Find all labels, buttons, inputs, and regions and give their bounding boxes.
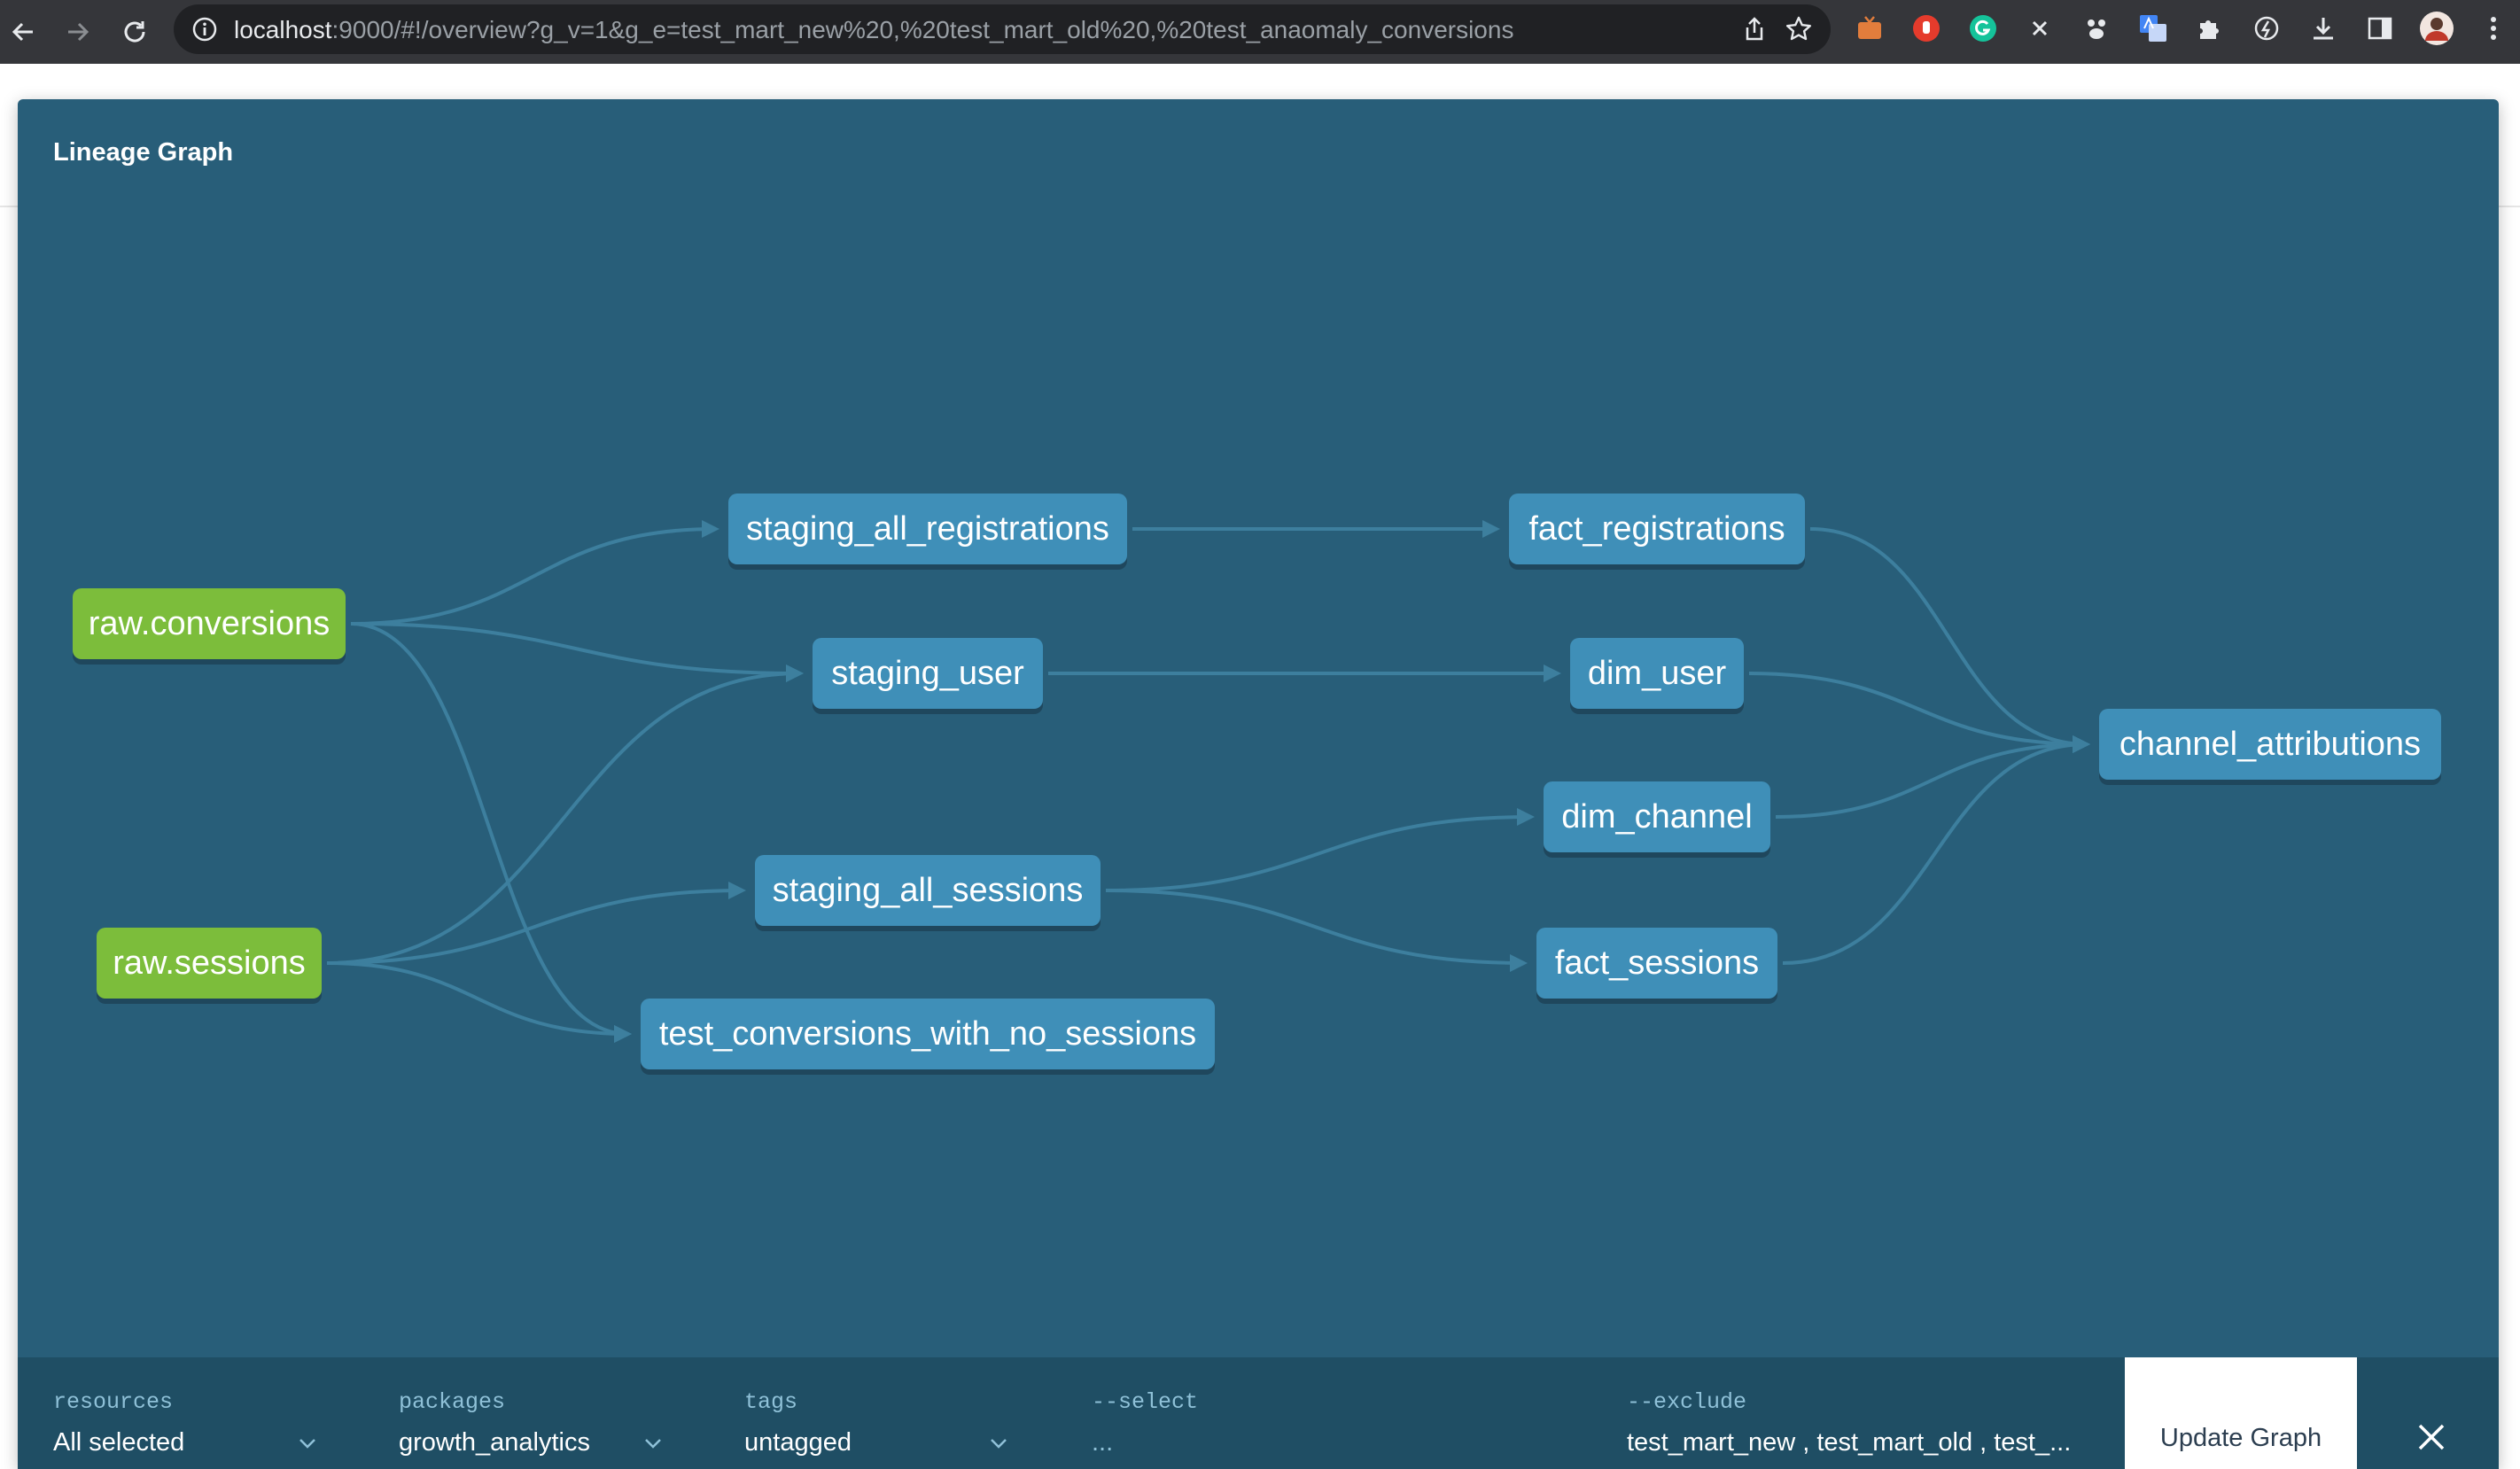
extension-stop-icon[interactable]	[1909, 11, 1944, 46]
share-icon[interactable]	[1740, 15, 1769, 43]
resources-dropdown[interactable]: All selected	[53, 1428, 184, 1457]
reload-button[interactable]	[112, 9, 158, 55]
edge-raw_sessions-to-staging_user	[326, 665, 804, 965]
edge-raw_conversions-to-test_conversions_with_no_sessions	[350, 622, 632, 1043]
bookmark-star-icon[interactable]	[1785, 15, 1813, 43]
url-text: localhost:9000/#!/overview?g_v=1&g_e=tes…	[234, 16, 1513, 44]
update-graph-button[interactable]: Update Graph	[2125, 1357, 2357, 1469]
arrow-right-icon	[68, 22, 89, 42]
edge-staging_all_sessions-to-fact_sessions	[1105, 889, 1528, 972]
select-input[interactable]: ...	[1092, 1428, 1113, 1457]
select-label: --select	[1092, 1389, 1199, 1415]
info-icon[interactable]	[191, 16, 218, 43]
url-host: localhost	[234, 16, 332, 43]
chevron-down-icon[interactable]	[989, 1437, 1008, 1450]
graph-filter-bar: resources All selected packages growth_a…	[18, 1357, 2499, 1469]
close-icon[interactable]	[2415, 1421, 2447, 1453]
chevron-down-icon[interactable]	[298, 1437, 317, 1450]
update-graph-label: Update Graph	[2159, 1424, 2322, 1452]
edge-dim_channel-to-channel_attributions	[1775, 735, 2090, 819]
side-panel-icon[interactable]	[2362, 11, 2398, 46]
profile-avatar[interactable]	[2419, 11, 2454, 46]
edge-raw_sessions-to-test_conversions_with_no_sessions	[326, 961, 632, 1043]
exclude-input[interactable]: test_mart_new , test_mart_old , test_...	[1627, 1428, 2071, 1457]
arrow-left-icon	[12, 22, 33, 42]
graph-node-staging-all-registrations[interactable]: staging_all_registrations	[728, 494, 1127, 564]
browser-toolbar: localhost:9000/#!/overview?g_v=1&g_e=tes…	[0, 0, 2520, 64]
packages-dropdown[interactable]: growth_analytics	[399, 1428, 590, 1457]
reload-icon	[124, 21, 145, 43]
address-bar[interactable]: localhost:9000/#!/overview?g_v=1&g_e=tes…	[174, 4, 1831, 54]
extensions-puzzle-icon[interactable]	[2192, 11, 2228, 46]
graph-node-fact-sessions[interactable]: fact_sessions	[1536, 928, 1777, 999]
graph-node-fact-registrations[interactable]: fact_registrations	[1509, 494, 1805, 564]
exclude-label: --exclude	[1627, 1389, 1747, 1415]
edge-fact_registrations-to-channel_attributions	[1809, 527, 2090, 753]
lineage-graph-modal: Lineage Graph raw.conversions raw.session…	[18, 99, 2499, 1469]
tags-dropdown[interactable]: untagged	[744, 1428, 852, 1457]
google-translate-icon[interactable]	[2135, 11, 2171, 46]
edge-raw_conversions-to-staging_all_registrations	[350, 520, 719, 626]
graph-node-channel-attributions[interactable]: channel_attributions	[2099, 709, 2441, 780]
resources-label: resources	[53, 1389, 174, 1415]
performance-icon[interactable]	[2249, 11, 2284, 46]
chevron-down-icon[interactable]	[643, 1437, 663, 1450]
tags-label: tags	[744, 1389, 798, 1415]
graph-node-test-conversions-with-no-sessions[interactable]: test_conversions_with_no_sessions	[641, 999, 1215, 1069]
url-path: :9000/#!/overview?g_v=1&g_e=test_mart_ne…	[331, 16, 1514, 43]
grammarly-icon[interactable]	[1965, 11, 2001, 46]
packages-label: packages	[399, 1389, 506, 1415]
graph-node-staging-all-sessions[interactable]: staging_all_sessions	[755, 855, 1101, 926]
graph-node-raw-sessions[interactable]: raw.sessions	[97, 928, 322, 999]
download-icon[interactable]	[2306, 11, 2341, 46]
graph-node-dim-channel[interactable]: dim_channel	[1544, 781, 1770, 852]
extension-tv-icon[interactable]	[1852, 11, 1887, 46]
edge-staging_all_sessions-to-dim_channel	[1105, 808, 1535, 892]
forward-button[interactable]	[55, 9, 101, 55]
graph-node-staging-user[interactable]: staging_user	[813, 638, 1043, 709]
back-button[interactable]	[0, 9, 46, 55]
extension-paw-icon[interactable]	[2079, 11, 2114, 46]
extension-x-icon[interactable]	[2022, 11, 2057, 46]
graph-node-dim-user[interactable]: dim_user	[1570, 638, 1744, 709]
graph-node-raw-conversions[interactable]: raw.conversions	[73, 588, 346, 659]
menu-kebab-icon[interactable]	[2476, 11, 2511, 46]
